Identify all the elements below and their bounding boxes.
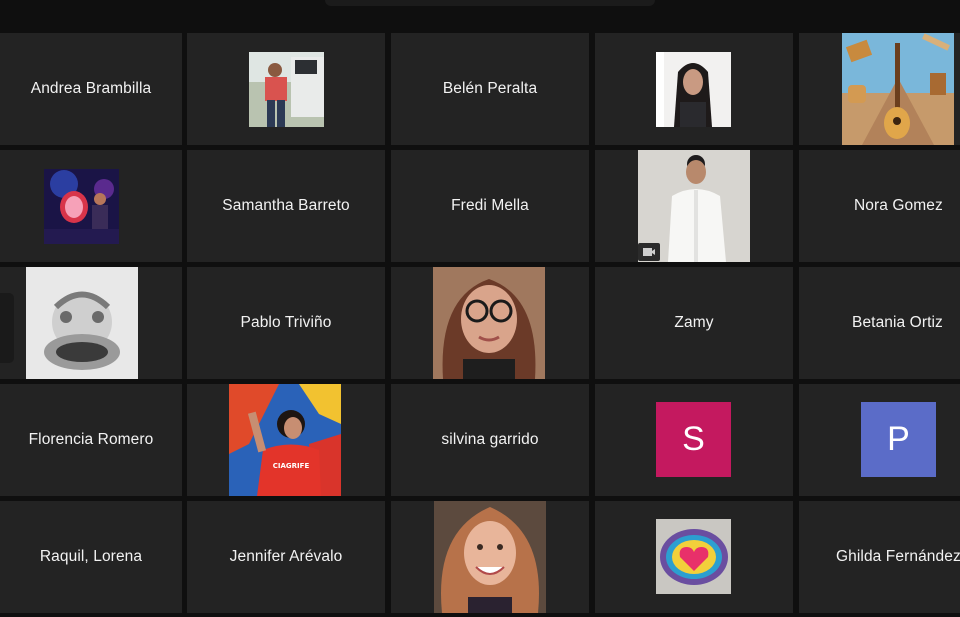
- man-outdoors-photo: [249, 52, 324, 127]
- participant-tile[interactable]: Belén Peralta: [391, 33, 589, 145]
- participant-name: Fredi Mella: [451, 197, 529, 214]
- participant-name: Jennifer Arévalo: [229, 548, 343, 565]
- concert-drummer-photo: [44, 169, 119, 244]
- avatar: S: [656, 402, 731, 477]
- participant-name: Florencia Romero: [28, 431, 154, 448]
- woman-glasses-photo: [433, 267, 545, 379]
- participant-tile[interactable]: [0, 150, 182, 262]
- participant-name: Zamy: [674, 314, 714, 331]
- participant-tile[interactable]: CIAGRIFE: [187, 384, 385, 496]
- participant-tile[interactable]: Pablo Triviño: [187, 267, 385, 379]
- avatar-letter: P: [887, 420, 910, 458]
- participant-tile[interactable]: [595, 33, 793, 145]
- heart-painted-stone: [656, 519, 731, 594]
- participant-tile[interactable]: Zamy: [595, 267, 793, 379]
- participant-tile[interactable]: Nora Gomez: [799, 150, 960, 262]
- participant-tile[interactable]: S: [595, 384, 793, 496]
- participant-name: Pablo Triviño: [240, 314, 332, 331]
- participant-name: Raquil, Lorena: [39, 548, 143, 565]
- participant-name: Belén Peralta: [442, 80, 538, 97]
- camera-icon: [638, 243, 660, 261]
- participant-tile[interactable]: [187, 33, 385, 145]
- participant-name: Betania Ortiz: [852, 314, 943, 331]
- participant-tile[interactable]: [595, 501, 793, 613]
- participant-name: Andrea Brambilla: [30, 80, 152, 97]
- participant-tile[interactable]: Samantha Barreto: [187, 150, 385, 262]
- participant-tile[interactable]: [799, 33, 960, 145]
- woman-graffiti-photo: CIAGRIFE: [229, 384, 341, 496]
- side-panel-handle[interactable]: [0, 293, 14, 363]
- participant-name: Nora Gomez: [854, 197, 943, 214]
- participant-tile[interactable]: Andrea Brambilla: [0, 33, 182, 145]
- participant-tile[interactable]: Jennifer Arévalo: [187, 501, 385, 613]
- participant-tile[interactable]: Florencia Romero: [0, 384, 182, 496]
- participant-tile[interactable]: Raquil, Lorena: [0, 501, 182, 613]
- participant-tile[interactable]: P: [799, 384, 960, 496]
- participant-tile[interactable]: [595, 150, 793, 262]
- participant-tile[interactable]: Betania Ortiz: [799, 267, 960, 379]
- participant-name: silvina garrido: [441, 431, 539, 448]
- avatar-letter: S: [682, 420, 705, 458]
- andean-instruments-art: [842, 33, 954, 145]
- participant-tile[interactable]: Fredi Mella: [391, 150, 589, 262]
- participant-name: Samantha Barreto: [222, 197, 350, 214]
- participant-tile[interactable]: [391, 267, 589, 379]
- woman-long-hair-photo: [656, 52, 731, 127]
- participant-tile[interactable]: silvina garrido: [391, 384, 589, 496]
- avatar: P: [861, 402, 936, 477]
- bw-instrument-photo: [26, 267, 138, 379]
- participant-tile[interactable]: [391, 501, 589, 613]
- participant-name: Ghilda Fernández: [836, 548, 960, 565]
- participant-grid: Andrea Brambilla Belén Peralta Samantha …: [0, 0, 960, 617]
- shirt-text: CIAGRIFE: [273, 462, 310, 470]
- participant-tile[interactable]: Ghilda Fernández: [799, 501, 960, 613]
- participant-tile[interactable]: [0, 267, 182, 379]
- woman-smiling-photo: [434, 501, 546, 613]
